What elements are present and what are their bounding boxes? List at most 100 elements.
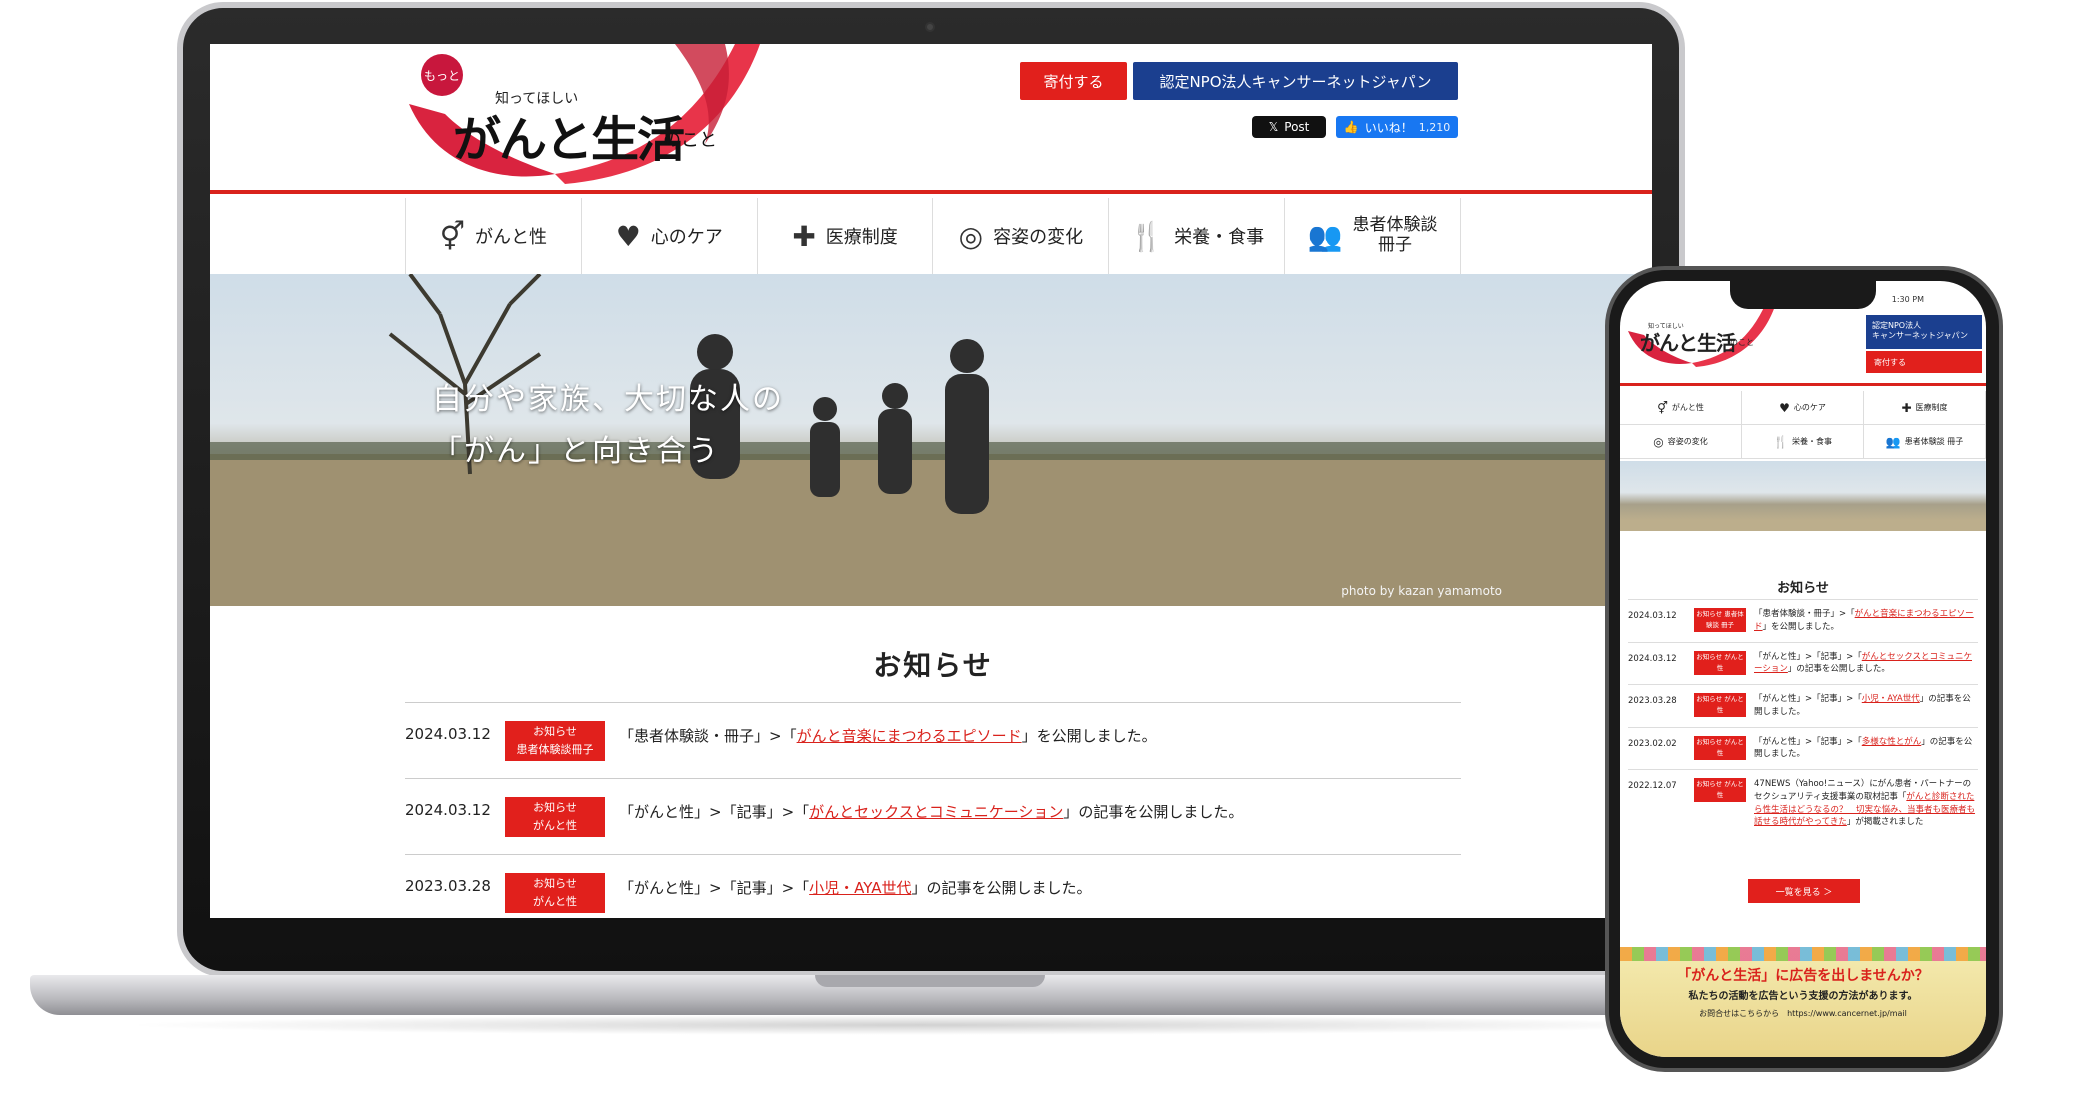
nav-label: 患者体験談 冊子 [1904, 437, 1964, 446]
npo-link-button[interactable]: 認定NPO法人キャンサーネットジャパン [1133, 62, 1458, 100]
medical-bag-icon: ✚ [792, 219, 816, 253]
post-label: Post [1284, 120, 1310, 134]
news-title: お知らせ [405, 644, 1461, 703]
nav-item-patient-stories[interactable]: 👥 患者体験談 冊子 [1285, 198, 1461, 274]
news-date: 2024.03.12 [405, 801, 491, 819]
ad-banner[interactable]: 「がんと生活」に広告を出しませんか？ 私たちの活動を広告という支援の方法がありま… [1620, 947, 1986, 1057]
x-logo-icon: 𝕏 [1268, 120, 1279, 134]
badge-line1: お知らせ [533, 801, 577, 814]
news-badge[interactable]: お知らせ がんと性 [1694, 650, 1746, 675]
nav-label: がんと性 [475, 227, 548, 248]
header-divider [1620, 383, 1986, 386]
news-badge[interactable]: お知らせ がんと性 [1694, 735, 1746, 760]
news-row: 2022.12.07 お知らせ がんと性 47NEWS（Yahoo!ニュース）に… [1628, 769, 1978, 837]
news-badge[interactable]: お知らせ がんと性 [1694, 778, 1746, 802]
news-date: 2023.02.02 [1628, 738, 1677, 749]
phone-nav-item-nutrition[interactable]: 🍴 栄養・食事 [1742, 425, 1864, 459]
laptop-shadow [120, 1015, 1720, 1035]
nav-label: 容姿の変化 [993, 227, 1084, 248]
news-text-pre: 「患者体験談・冊子」>「 [1754, 609, 1855, 619]
news-text: 「がんと性」>「記事」>「多様な性とがん」の記事を公開しました。 [1754, 736, 1978, 762]
nav-item-sex[interactable]: ⚥ がんと性 [406, 198, 582, 274]
news-text: 「がんと性」>「記事」>「がんとセックスとコミュニケーション」の記事を公開しまし… [1754, 651, 1978, 677]
news-badge[interactable]: お知らせ 患者体験談冊子 [505, 721, 605, 761]
logo-motto-badge: もっと [421, 54, 463, 96]
news-badge[interactable]: お知らせ がんと性 [1694, 693, 1746, 717]
phone-nav-item-medical-system[interactable]: ✚ 医療制度 [1864, 391, 1986, 425]
news-date: 2023.03.28 [405, 877, 491, 895]
badge-line2: がんと性 [533, 819, 577, 832]
hero-headline-line1: 自分や家族、大切な人の [432, 382, 784, 417]
logo-tail-text: のこと [663, 130, 717, 151]
news-text-post: 」を公開しました。 [1021, 727, 1157, 745]
news-text-post: 」の記事を公開しました。 [911, 879, 1092, 897]
news-badge[interactable]: お知らせ 患者体験談 冊子 [1694, 608, 1746, 632]
phone-nav-item-sex[interactable]: ⚥ がんと性 [1620, 391, 1742, 425]
view-all-button[interactable]: 一覧を見る ＞ [1748, 879, 1860, 903]
news-badge[interactable]: お知らせ がんと性 [505, 797, 605, 837]
fork-knife-icon: 🍴 [1129, 219, 1165, 253]
phone-npo-button[interactable]: 認定NPO法人 キャンサーネットジャパン [1866, 315, 1982, 349]
phone-site-logo[interactable]: 知ってほしい がんと生活 のこと [1626, 303, 1776, 373]
logo-main-text: がんと生活 [453, 112, 685, 168]
nav-item-appearance[interactable]: ◎ 容姿の変化 [933, 198, 1110, 274]
phone-nav-item-patient-stories[interactable]: 👥 患者体験談 冊子 [1864, 425, 1986, 459]
nav-item-mental-care[interactable]: ♥ 心のケア [582, 198, 758, 274]
hero-banner: 自分や家族、大切な人の 「がん」と向き合う photo by kazan yam… [210, 274, 1652, 606]
gender-icon: ⚥ [1657, 400, 1668, 415]
phone-hero-banner [1620, 461, 1986, 531]
nav-label-two-line: 患者体験談 冊子 [1352, 216, 1437, 255]
npo-line1: 認定NPO法人 [1872, 321, 1922, 330]
news-link[interactable]: 小児・AYA世代 [1862, 694, 1920, 704]
phone-nav: ⚥ がんと性 ♥ 心のケア ✚ 医療制度 ◎ 容姿の変化 🍴 栄養・食事 👥 患者体験談 冊… [1620, 391, 1986, 459]
phone-donate-button[interactable]: 寄付する [1866, 351, 1982, 373]
group-icon: 👥 [1307, 219, 1343, 253]
site-header: もっと 知ってほしい がんと生活 のこと 寄付する 認定NPO法人キャンサーネッ… [210, 44, 1652, 194]
npo-line2: キャンサーネットジャパン [1872, 330, 1968, 340]
gender-icon: ⚥ [439, 219, 466, 253]
facebook-like-button[interactable]: 👍 いいね！ 1,210 [1336, 116, 1458, 138]
news-text-post: 」の記事を公開しました。 [1063, 803, 1244, 821]
ad-heading: 「がんと生活」に広告を出しませんか？ [1677, 968, 1929, 984]
group-icon: 👥 [1885, 434, 1901, 449]
site-logo[interactable]: もっと 知ってほしい がんと生活 のこと [405, 44, 765, 194]
news-text-pre: 「がんと性」>「記事」>「 [1754, 736, 1862, 747]
nav-item-nutrition[interactable]: 🍴 栄養・食事 [1109, 198, 1286, 274]
status-time: 1:30 PM [1891, 295, 1924, 304]
mockup-stage: もっと 知ってほしい がんと生活 のこと 寄付する 認定NPO法人キャンサーネッ… [0, 0, 2090, 1100]
news-row: 2024.03.12 お知らせ 患者体験談冊子 「患者体験談・冊子」>「がんと音楽… [405, 703, 1461, 779]
heart-icon: ♥ [1779, 400, 1790, 415]
badge-line2: がんと性 [533, 895, 577, 908]
nav-label-line2: 冊子 [1377, 235, 1412, 255]
nav-label: 栄養・食事 [1791, 437, 1832, 446]
nav-label: 医療制度 [1915, 403, 1948, 412]
main-nav: ⚥ がんと性 ♥ 心のケア ✚ 医療制度 ◎ 容姿の変化 🍴 栄養・食事 👥 患… [405, 198, 1461, 274]
x-post-button[interactable]: 𝕏 Post [1252, 116, 1326, 138]
news-badge[interactable]: お知らせ がんと性 [505, 873, 605, 913]
news-row: 2024.03.12 お知らせ がんと性 「がんと性」>「記事」>「がんとセック… [1628, 641, 1978, 685]
news-row: 2023.02.02 お知らせ がんと性 「がんと性」>「記事」>「多様な性とが… [1628, 726, 1978, 770]
nav-item-medical-system[interactable]: ✚ 医療制度 [758, 198, 934, 274]
phone-nav-item-mental-care[interactable]: ♥ 心のケア [1742, 391, 1864, 425]
photo-credit: photo by kazan yamamoto [1341, 584, 1502, 598]
thumbs-up-icon: 👍 [1343, 120, 1359, 134]
news-link[interactable]: 小児・AYA世代 [809, 879, 911, 897]
news-link[interactable]: がんと音楽にまつわるエピソード [797, 727, 1022, 745]
appearance-icon: ◎ [958, 219, 984, 253]
donate-button[interactable]: 寄付する [1020, 62, 1127, 100]
hero-headline-line2: 「がん」と向き合う [432, 434, 720, 469]
nav-label: 心のケア [650, 227, 723, 248]
phone-news-title: お知らせ [1777, 581, 1829, 596]
news-text: 「患者体験談・冊子」>「がんと音楽にまつわるエピソード」を公開しました。 [619, 721, 1157, 746]
news-row: 2023.03.28 お知らせ がんと性 「がんと性」>「記事」>「小児・AYA… [1628, 684, 1978, 727]
news-link[interactable]: 多様な性とがん [1862, 737, 1922, 747]
phone-screen: 1:30 PM 知ってほしい がんと生活 のこと 認定NPO法人 キャンサーネッ… [1620, 281, 1986, 1057]
hero-scene-graphic [210, 274, 1652, 606]
news-text-post: 」が掲載されました [1846, 817, 1924, 828]
logo-tail-text: のこと [1730, 338, 1754, 347]
appearance-icon: ◎ [1653, 434, 1664, 449]
news-text-pre: 「がんと性」>「記事」>「 [1754, 694, 1862, 704]
news-text: 47NEWS（Yahoo!ニュース）にがん患者・パートナーのセクシュアリティ支援… [1754, 778, 1978, 829]
news-link[interactable]: がんとセックスとコミュニケーション [809, 803, 1063, 821]
phone-nav-item-appearance[interactable]: ◎ 容姿の変化 [1620, 425, 1742, 459]
